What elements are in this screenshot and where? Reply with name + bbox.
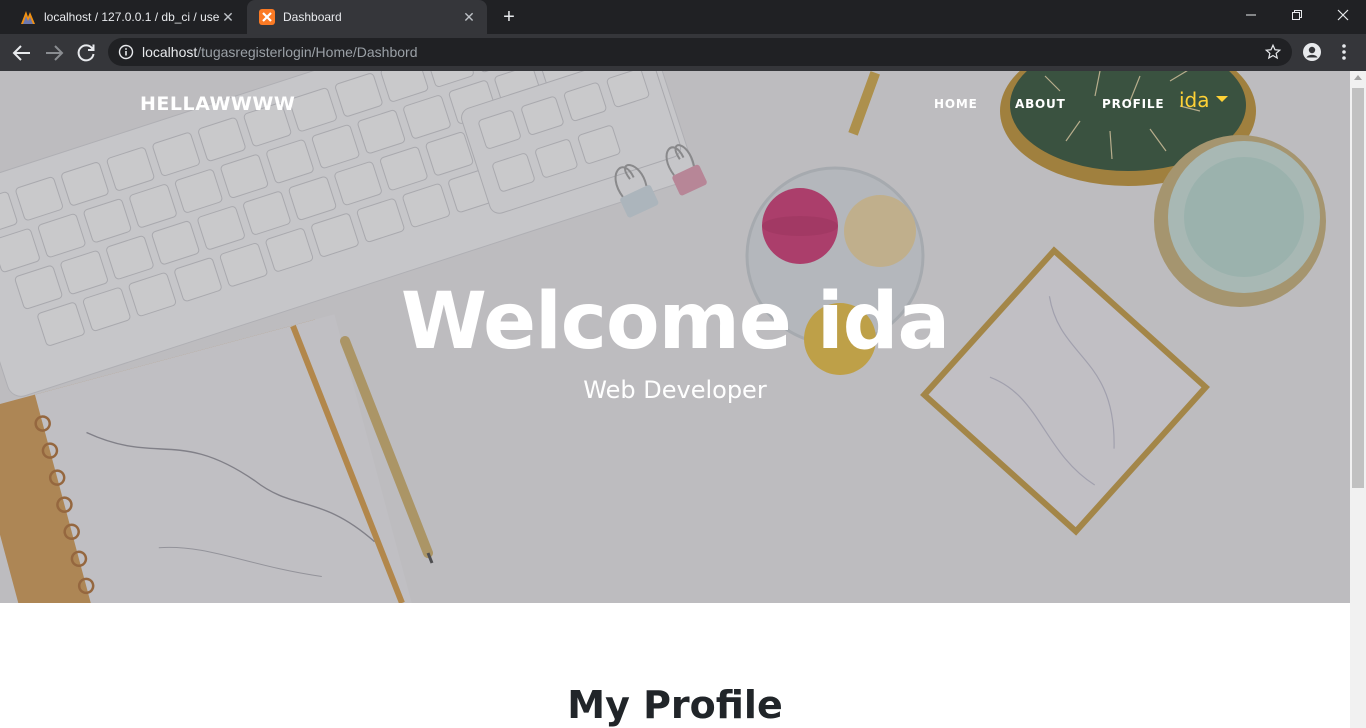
back-arrow-icon[interactable] bbox=[10, 41, 34, 65]
close-tab-icon[interactable]: ✕ bbox=[461, 9, 477, 25]
kebab-menu-icon[interactable] bbox=[1336, 42, 1352, 62]
nav-link-home[interactable]: HOME bbox=[934, 97, 978, 111]
address-bar[interactable]: localhost/tugasregisterlogin/Home/Dashbo… bbox=[108, 38, 1292, 66]
browser-tab-phpmyadmin[interactable]: localhost / 127.0.0.1 / db_ci / users ✕ bbox=[8, 0, 246, 34]
reload-icon[interactable] bbox=[74, 41, 98, 65]
profile-avatar-icon[interactable] bbox=[1302, 42, 1322, 62]
page-viewport: HELLAWWWW HOME ABOUT PROFILE ida Welcome… bbox=[0, 71, 1350, 728]
xampp-favicon-icon bbox=[259, 9, 275, 25]
browser-toolbar: localhost/tugasregisterlogin/Home/Dashbo… bbox=[0, 34, 1366, 71]
hero-heading: Welcome ida bbox=[400, 277, 950, 367]
navbar-brand[interactable]: HELLAWWWW bbox=[140, 93, 295, 115]
caret-down-icon[interactable] bbox=[1216, 96, 1228, 102]
restore-window-icon[interactable] bbox=[1274, 0, 1320, 30]
new-tab-icon[interactable]: + bbox=[499, 7, 519, 27]
page-scrollbar[interactable] bbox=[1350, 71, 1366, 728]
scrollbar-thumb[interactable] bbox=[1352, 88, 1364, 488]
tab-title: Dashboard bbox=[283, 10, 342, 24]
nav-link-profile[interactable]: PROFILE bbox=[1102, 97, 1164, 111]
bookmark-star-icon[interactable] bbox=[1264, 43, 1282, 61]
site-info-icon[interactable] bbox=[118, 44, 134, 60]
url-path: /tugasregisterlogin/Home/Dashbord bbox=[197, 44, 418, 60]
scroll-up-arrow-icon[interactable] bbox=[1354, 75, 1362, 80]
phpmyadmin-favicon-icon bbox=[21, 11, 35, 24]
hero-section: HELLAWWWW HOME ABOUT PROFILE ida Welcome… bbox=[0, 71, 1350, 603]
close-window-icon[interactable] bbox=[1320, 0, 1366, 30]
user-dropdown-toggle[interactable]: ida bbox=[1179, 88, 1210, 112]
profile-section-title: My Profile bbox=[567, 683, 783, 727]
browser-tab-dashboard[interactable]: Dashboard ✕ bbox=[247, 0, 487, 34]
close-tab-icon[interactable]: ✕ bbox=[220, 9, 236, 25]
hero-subheading: Web Developer bbox=[583, 376, 767, 404]
url-host: localhost bbox=[142, 44, 198, 60]
minimize-window-icon[interactable] bbox=[1228, 0, 1274, 30]
forward-arrow-icon[interactable] bbox=[42, 41, 66, 65]
browser-tab-strip: localhost / 127.0.0.1 / db_ci / users ✕ … bbox=[0, 0, 1366, 34]
tab-title: localhost / 127.0.0.1 / db_ci / users bbox=[44, 10, 220, 24]
nav-link-about[interactable]: ABOUT bbox=[1015, 97, 1066, 111]
url-text: localhost/tugasregisterlogin/Home/Dashbo… bbox=[142, 44, 418, 60]
